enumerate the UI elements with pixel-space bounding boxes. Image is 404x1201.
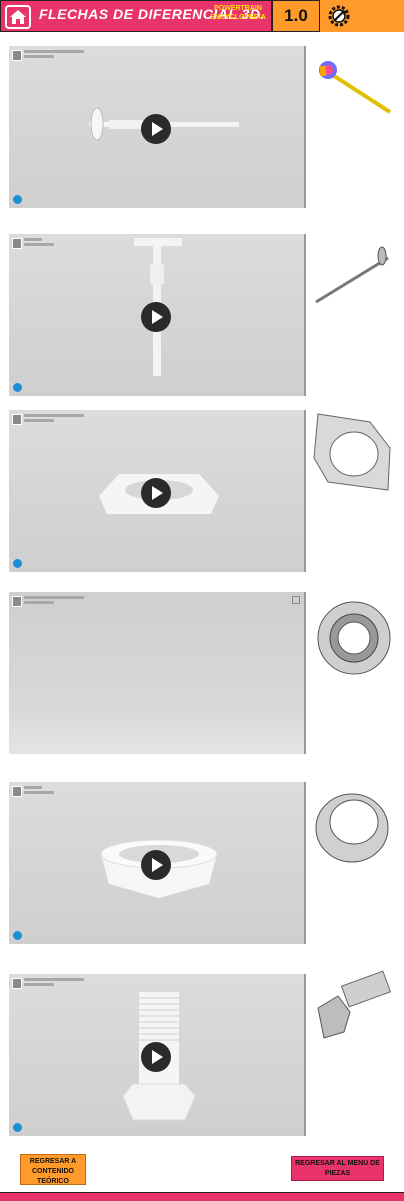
viewer-logo-icon	[13, 1123, 22, 1132]
author-avatar	[12, 414, 22, 425]
model-meta	[24, 596, 84, 606]
viewer-logo-icon	[13, 931, 22, 940]
author-avatar	[12, 596, 22, 607]
part-thumbnail	[310, 230, 396, 316]
part-thumbnail	[310, 594, 396, 680]
brand-label: POWERTRAIN ENCYCLOPEDIA	[210, 5, 266, 21]
viewer-logo-icon	[13, 195, 22, 204]
gear-wrench-icon	[328, 5, 350, 27]
part-thumbnail	[310, 782, 396, 868]
back-to-parts-menu-button[interactable]: REGRESAR AL MENU DE PIEZAS	[291, 1156, 384, 1181]
flange-thumbnail-image	[313, 413, 391, 491]
bolt-thumbnail-image	[317, 970, 392, 1039]
header-title-area: FLECHAS DE DIFERENCIAL 3D. POWERTRAIN EN…	[0, 0, 272, 32]
play-button[interactable]	[141, 850, 171, 880]
viewer-3d-model[interactable]	[9, 592, 306, 754]
author-avatar	[12, 786, 22, 797]
part-thumbnail	[310, 968, 396, 1054]
model-meta	[24, 978, 84, 988]
model-meta	[24, 50, 84, 60]
viewer-3d-model[interactable]	[9, 46, 306, 208]
play-button[interactable]	[141, 302, 171, 332]
viewer-logo-icon	[13, 383, 22, 392]
play-button[interactable]	[141, 1042, 171, 1072]
ring-thumbnail-image	[315, 793, 389, 863]
part-thumbnail	[310, 408, 396, 494]
model-meta	[24, 414, 84, 424]
model-meta	[24, 786, 84, 796]
shaft-thumbnail-image	[315, 246, 389, 304]
home-icon	[10, 10, 26, 24]
bearing-thumbnail-image	[317, 601, 391, 675]
viewer-3d-model[interactable]	[9, 410, 306, 572]
author-avatar	[12, 50, 22, 61]
fullscreen-icon[interactable]	[292, 596, 300, 604]
back-to-theory-button[interactable]: REGRESAR A CONTENIDO TEÓRICO	[20, 1154, 86, 1185]
model-meta	[24, 238, 84, 248]
viewer-3d-model[interactable]	[9, 782, 306, 944]
play-button[interactable]	[141, 478, 171, 508]
viewer-logo-icon	[13, 559, 22, 568]
viewer-3d-model[interactable]	[9, 234, 306, 396]
part-thumbnail	[310, 46, 396, 132]
settings-button[interactable]	[322, 2, 356, 30]
play-button[interactable]	[141, 114, 171, 144]
viewer-3d-model[interactable]	[9, 974, 306, 1136]
author-avatar	[12, 978, 22, 989]
version-box: 1.0	[272, 0, 320, 32]
header-bar: FLECHAS DE DIFERENCIAL 3D. POWERTRAIN EN…	[0, 0, 404, 32]
version-label: 1.0	[284, 6, 308, 25]
author-avatar	[12, 238, 22, 249]
axle-thumbnail-image	[319, 61, 392, 114]
home-button[interactable]	[5, 5, 31, 29]
